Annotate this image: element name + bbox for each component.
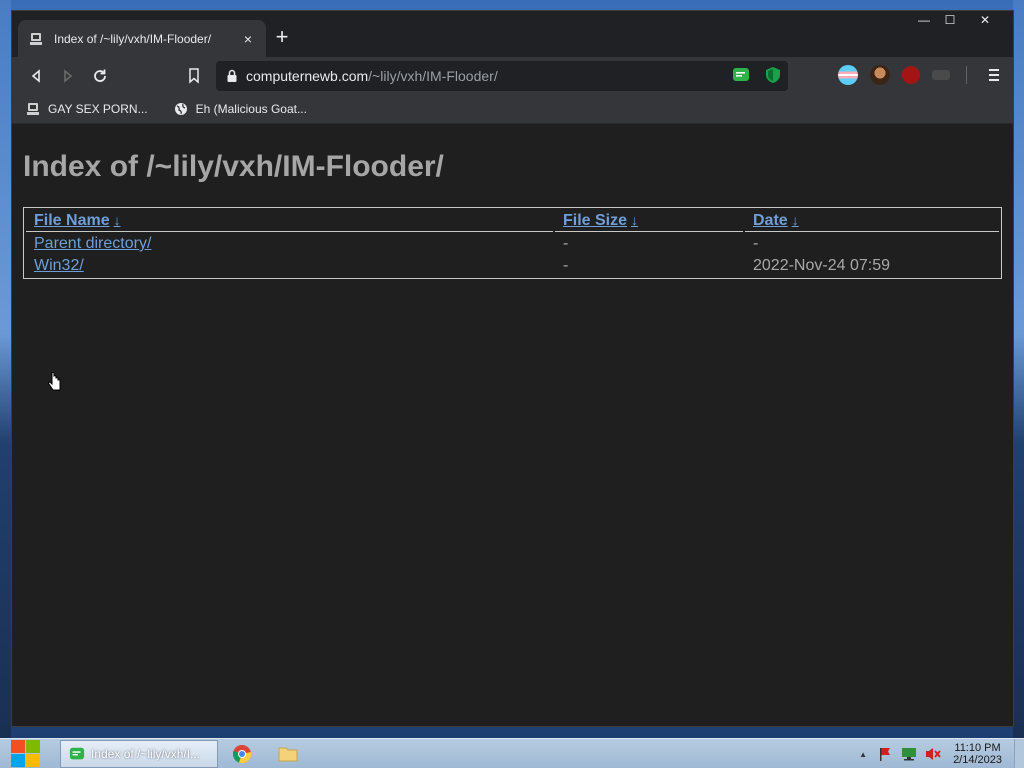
page-title: Index of /~lily/vxh/IM-Flooder/	[23, 150, 444, 183]
omnibox-extensions	[732, 66, 782, 84]
windows-logo-icon	[11, 740, 40, 767]
tray-expand-icon[interactable]: ▲	[859, 750, 867, 759]
bookmark-item[interactable]: GAY SEX PORN...	[26, 102, 148, 116]
file-name-cell: Win32/	[26, 256, 553, 276]
reload-icon	[94, 69, 106, 82]
title-bar: Index of /~lily/vxh/IM-Flooder/ × + — ☐ …	[12, 11, 1013, 57]
file-name-cell: Parent directory/	[26, 234, 553, 254]
show-desktop-button[interactable]	[1014, 739, 1024, 768]
folder-icon	[278, 747, 298, 762]
chat-extension-icon[interactable]	[732, 66, 750, 84]
taskbar-browser-window[interactable]: Index of /~lily/vxh/I...	[60, 740, 218, 768]
url-text: computernewb.com/~lily/vxh/IM-Flooder/	[246, 68, 498, 84]
flag-extension-icon[interactable]	[838, 65, 858, 85]
desktop-background	[0, 0, 11, 740]
browser-window: Index of /~lily/vxh/IM-Flooder/ × + — ☐ …	[11, 10, 1014, 727]
chrome-icon	[232, 745, 252, 764]
maximize-button[interactable]: ☐	[937, 11, 963, 29]
reload-button[interactable]	[84, 60, 116, 92]
window-controls: — ☐ ✕	[911, 11, 1007, 29]
back-button[interactable]	[20, 60, 52, 92]
taskbar-window-label: Index of /~lily/vxh/I...	[91, 747, 201, 761]
url-host: computernewb.com	[246, 68, 369, 84]
sort-arrow-icon[interactable]: ↓	[792, 212, 799, 228]
parent-directory-link[interactable]: Parent directory/	[34, 235, 151, 252]
column-header-name: File Name ↓	[26, 210, 553, 232]
url-path: /~lily/vxh/IM-Flooder/	[368, 68, 498, 84]
file-date-cell: 2022-Nov-24 07:59	[753, 257, 890, 274]
bookmark-label: Eh (Malicious Goat...	[195, 102, 307, 116]
file-size-cell: -	[563, 235, 569, 252]
action-center-flag-icon[interactable]	[877, 746, 893, 762]
column-header-size: File Size ↓	[555, 210, 743, 232]
network-icon[interactable]	[901, 746, 917, 762]
sort-arrow-icon[interactable]: ↓	[114, 212, 121, 228]
table-row: Parent directory/ - -	[26, 234, 999, 254]
browser-toolbar: computernewb.com/~lily/vxh/IM-Flooder/	[12, 57, 1013, 95]
tab-active[interactable]: Index of /~lily/vxh/IM-Flooder/ ×	[18, 20, 266, 57]
menu-icon-line	[989, 74, 999, 76]
bookmark-icon	[189, 68, 199, 84]
menu-button[interactable]	[983, 64, 1005, 86]
tab-close-icon[interactable]: ×	[240, 31, 256, 47]
sort-by-name-link[interactable]: File Name	[34, 212, 110, 229]
table-row: Win32/ - 2022-Nov-24 07:59	[26, 256, 999, 276]
bookmark-button[interactable]	[178, 60, 210, 92]
system-tray: ▲ 11:10 PM 2/14/2023	[859, 739, 1024, 768]
toolbar-divider	[966, 66, 967, 84]
sort-arrow-icon[interactable]: ↓	[631, 212, 638, 228]
desktop-background-right	[1013, 0, 1024, 740]
chat-app-icon	[69, 747, 85, 760]
sort-by-size-link[interactable]: File Size	[563, 212, 627, 229]
sort-by-date-link[interactable]: Date	[753, 212, 788, 229]
menu-icon-line	[989, 69, 999, 71]
ublock-extension-icon[interactable]	[902, 66, 920, 84]
clock[interactable]: 11:10 PM 2/14/2023	[953, 742, 1002, 766]
extensions-area	[838, 64, 1005, 86]
taskbar: Index of /~lily/vxh/I... ▲ 11:10 PM 2/14…	[0, 738, 1024, 768]
new-tab-button[interactable]: +	[268, 24, 296, 52]
bookmark-item[interactable]: Eh (Malicious Goat...	[174, 102, 307, 116]
taskbar-explorer[interactable]	[278, 740, 300, 768]
clock-date: 2/14/2023	[953, 754, 1002, 766]
bookmark-label: GAY SEX PORN...	[48, 102, 148, 116]
win32-folder-link[interactable]: Win32/	[34, 257, 84, 274]
volume-muted-icon[interactable]	[925, 746, 943, 762]
file-date-cell: -	[753, 235, 759, 252]
globe-icon	[174, 103, 187, 115]
bookmarks-bar: GAY SEX PORN... Eh (Malicious Goat...	[12, 95, 1013, 124]
window-close-button[interactable]: ✕	[963, 11, 1007, 29]
start-button[interactable]	[9, 739, 45, 768]
page-content: Index of /~lily/vxh/IM-Flooder/ File Nam…	[12, 124, 1013, 726]
lock-icon	[227, 69, 237, 82]
directory-listing: File Name ↓ File Size ↓ Date ↓ Parent direc…	[23, 207, 1002, 279]
tab-title: Index of /~lily/vxh/IM-Flooder/	[54, 31, 212, 46]
extension-icon[interactable]	[932, 70, 950, 80]
forward-icon	[64, 69, 73, 83]
forward-button[interactable]	[52, 60, 84, 92]
clock-time: 11:10 PM	[954, 742, 1001, 754]
menu-icon-line	[989, 79, 999, 81]
address-bar[interactable]: computernewb.com/~lily/vxh/IM-Flooder/	[216, 61, 788, 91]
file-size-cell: -	[563, 257, 569, 274]
shield-extension-icon[interactable]	[764, 66, 782, 84]
table-header-row: File Name ↓ File Size ↓ Date ↓	[26, 210, 999, 232]
tab-favicon-icon	[28, 31, 44, 47]
computer-favicon-icon	[27, 103, 39, 115]
column-header-date: Date ↓	[745, 210, 999, 232]
taskbar-chrome[interactable]	[232, 740, 254, 768]
back-icon	[31, 69, 40, 83]
profile-extension-icon[interactable]	[870, 65, 890, 85]
minimize-button[interactable]: —	[911, 11, 937, 29]
hand-cursor-icon	[48, 372, 61, 391]
